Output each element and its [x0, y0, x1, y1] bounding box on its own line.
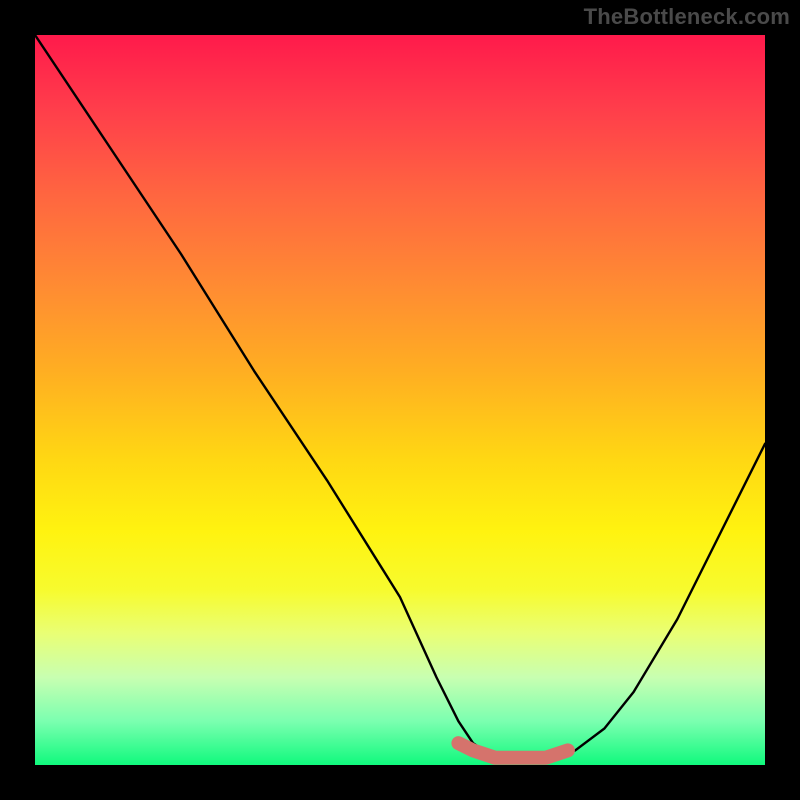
curve-layer [35, 35, 765, 765]
watermark-label: TheBottleneck.com [584, 4, 790, 30]
bottleneck-curve [35, 35, 765, 758]
chart-frame: TheBottleneck.com [0, 0, 800, 800]
optimal-range-marker [458, 743, 568, 758]
plot-area [35, 35, 765, 765]
